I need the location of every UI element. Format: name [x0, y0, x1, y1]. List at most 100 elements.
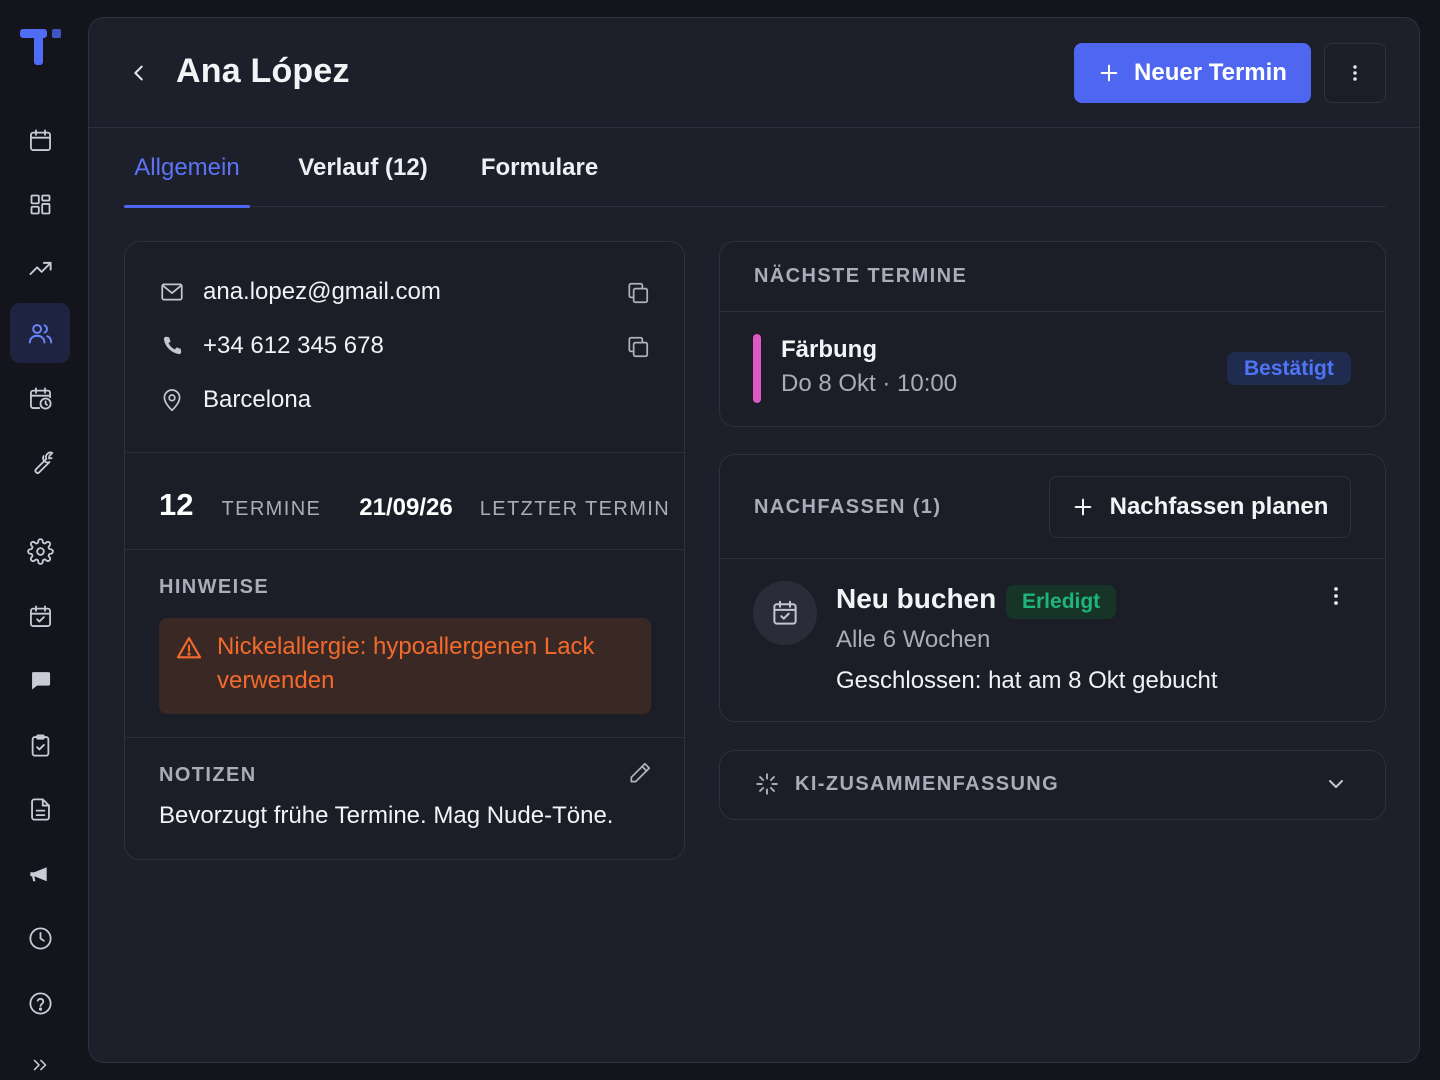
clipboard-check-icon [31, 733, 49, 757]
notes-text: Bevorzugt frühe Termine. Mag Nude-Töne. [159, 802, 614, 829]
sidebar-item-dashboard[interactable] [10, 174, 70, 234]
email-value[interactable]: ana.lopez@gmail.com [203, 278, 441, 306]
grid-icon [30, 194, 50, 214]
divider [720, 311, 1385, 312]
plus-icon [1074, 498, 1091, 516]
sidebar-item-marketing[interactable] [10, 844, 70, 904]
divider [125, 737, 684, 738]
sparkle-icon [756, 773, 778, 795]
users-icon [28, 323, 52, 343]
sidebar-item-tasks[interactable] [10, 715, 70, 775]
phone-icon [159, 333, 185, 359]
followup-type-icon [753, 581, 817, 645]
tab-bar: Allgemein Verlauf (12) Formulare [124, 128, 1386, 208]
upcoming-appointments-card: NÄCHSTE TERMINE Färbung Do 8 Okt · 10:00… [719, 241, 1386, 427]
appointment-time: Do 8 Okt · 10:00 [781, 370, 958, 397]
wrench-icon [34, 451, 53, 474]
location-row: Barcelona [159, 386, 311, 414]
more-options-button[interactable] [1324, 43, 1386, 103]
divider [125, 452, 684, 453]
sidebar-item-help[interactable] [10, 973, 70, 1033]
sidebar-item-bookings[interactable] [10, 586, 70, 646]
sidebar-item-history[interactable] [10, 908, 70, 968]
message-icon [31, 671, 50, 689]
sidebar-expand-button[interactable] [10, 1038, 70, 1080]
followup-more-button[interactable] [1322, 581, 1350, 611]
sidebar-item-settings[interactable] [10, 521, 70, 581]
followup-interval: Alle 6 Wochen [836, 626, 991, 653]
copy-phone-button[interactable] [625, 334, 651, 360]
copy-email-button[interactable] [625, 280, 651, 306]
ai-summary-label: KI-ZUSAMMENFASSUNG [795, 773, 1060, 795]
new-appointment-label: Neuer Termin [1134, 59, 1287, 86]
mail-icon [159, 279, 185, 305]
plan-followup-label: Nachfassen planen [1109, 493, 1329, 520]
edit-notes-button[interactable] [627, 760, 653, 786]
copy-icon [628, 282, 649, 304]
appointments-label: TERMINE [221, 498, 322, 520]
chevron-left-icon [134, 65, 143, 81]
sidebar-item-messages[interactable] [10, 650, 70, 710]
new-appointment-button[interactable]: Neuer Termin [1074, 43, 1311, 103]
client-detail-panel: Ana López Neuer Termin Allgemein Verlauf… [88, 17, 1420, 1063]
map-pin-icon [159, 387, 185, 413]
upcoming-label: NÄCHSTE TERMINE [754, 265, 968, 287]
notes-label: NOTIZEN [159, 764, 257, 786]
divider [125, 549, 684, 550]
client-info-card: ana.lopez@gmail.com +34 612 345 678 Barc… [124, 241, 685, 860]
stats-row: 12 TERMINE 21/09/26 LETZTER TERMIN [159, 487, 670, 522]
more-vertical-icon [1334, 587, 1338, 605]
app-logo[interactable] [20, 26, 64, 70]
tab-formulare[interactable]: Formulare [481, 128, 598, 207]
sidebar-item-schedule[interactable] [10, 368, 70, 428]
megaphone-icon [29, 866, 47, 881]
clock-icon [28, 926, 52, 950]
phone-row: +34 612 345 678 [159, 332, 384, 360]
help-icon [28, 991, 52, 1015]
divider [720, 558, 1385, 559]
tab-verlauf[interactable]: Verlauf (12) [298, 128, 428, 207]
trending-up-icon [28, 261, 52, 275]
status-badge: Erledigt [1006, 585, 1117, 619]
status-badge: Bestätigt [1227, 352, 1351, 385]
sidebar-item-analytics[interactable] [10, 238, 70, 298]
followup-note: Geschlossen: hat am 8 Okt gebucht [836, 667, 1218, 694]
more-vertical-icon [1353, 65, 1357, 81]
plus-icon [1100, 64, 1118, 82]
sidebar-item-clients[interactable] [10, 303, 70, 363]
ai-summary-toggle[interactable]: KI-ZUSAMMENFASSUNG [719, 750, 1386, 820]
calendar-check-icon [29, 604, 51, 627]
copy-icon [628, 336, 649, 358]
city-value: Barcelona [203, 386, 312, 413]
chevron-down-icon [1329, 780, 1343, 788]
pencil-icon [630, 762, 651, 783]
chevrons-right-icon [33, 1059, 47, 1071]
page-title: Ana López [176, 52, 350, 90]
email-row: ana.lopez@gmail.com [159, 278, 441, 306]
hints-label: HINWEISE [159, 576, 270, 598]
followup-card: NACHFASSEN (1) Nachfassen planen Neu buc… [719, 454, 1386, 722]
sidebar-item-tools[interactable] [10, 432, 70, 492]
calendar-check-icon [773, 600, 797, 625]
allergy-alert: Nickelallergie: hypoallergenen Lack verw… [159, 618, 651, 714]
calendar-icon [29, 128, 51, 151]
tab-allgemein[interactable]: Allgemein [124, 128, 250, 208]
plan-followup-button[interactable]: Nachfassen planen [1049, 476, 1351, 538]
appointment-color-bar [753, 334, 761, 403]
page-header: Ana López Neuer Termin [89, 18, 1419, 128]
document-icon [30, 797, 50, 821]
sidebar-item-documents[interactable] [10, 779, 70, 839]
sidebar-item-calendar[interactable] [10, 110, 70, 170]
calendar-clock-icon [29, 386, 52, 410]
sidebar [0, 0, 88, 1080]
gear-icon [26, 537, 54, 565]
warning-icon [176, 637, 202, 659]
followup-title: Neu buchen [836, 583, 997, 614]
appointments-count: 12 [159, 487, 194, 522]
followup-label: NACHFASSEN (1) [754, 496, 942, 518]
appointment-title[interactable]: Färbung [781, 336, 877, 364]
last-appointment-date: 21/09/26 [359, 494, 453, 521]
back-button[interactable] [125, 56, 153, 90]
alert-text: Nickelallergie: hypoallergenen Lack verw… [217, 633, 595, 694]
phone-value[interactable]: +34 612 345 678 [203, 332, 384, 360]
